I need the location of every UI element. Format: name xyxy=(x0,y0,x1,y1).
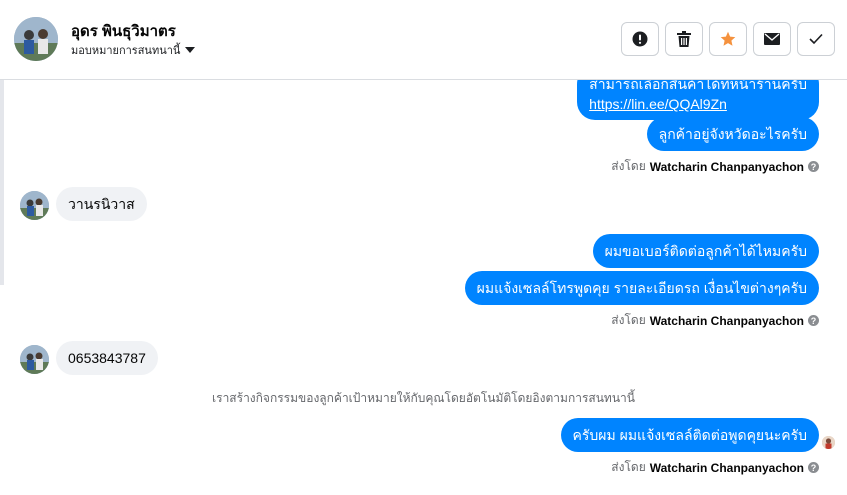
scrollbar[interactable] xyxy=(0,80,4,285)
star-icon xyxy=(720,31,736,46)
system-note: เราสร้างกิจกรรมของลูกค้าเป้าหมายให้กับคุ… xyxy=(212,391,635,405)
sent-by-label: ส่งโดย Watcharin Chanpanyachon ? xyxy=(611,157,819,176)
incoming-message[interactable]: วานรนิวาส xyxy=(56,187,147,221)
outgoing-message[interactable]: ผมขอเบอร์ติดต่อลูกค้าได้ไหมครับ xyxy=(592,234,819,268)
trash-icon xyxy=(677,31,691,47)
check-icon xyxy=(809,33,823,45)
report-button[interactable] xyxy=(621,22,659,56)
assign-label: มอบหมายการสนทนานี้ xyxy=(71,45,181,57)
outgoing-message[interactable]: ผมแจ้งเซลล์โทรพูดคุย รายละเอียดรถ เงื่อน… xyxy=(464,271,819,305)
sender-name: Watcharin Chanpanyachon xyxy=(649,313,804,328)
sent-by-label: ส่งโดย Watcharin Chanpanyachon ? xyxy=(611,311,819,330)
contact-avatar[interactable] xyxy=(14,17,58,61)
done-button[interactable] xyxy=(797,22,835,56)
contact-name[interactable]: อุดร พินธุวิมาตร xyxy=(71,19,176,43)
conversation-actions xyxy=(621,22,835,56)
conversation-header: อุดร พินธุวิมาตร มอบหมายการสนทนานี้ xyxy=(0,0,847,80)
caret-down-icon xyxy=(185,47,196,53)
outgoing-message[interactable]: ครับผม ผมแจ้งเซลล์ติดต่อพูดคุยนะครับ xyxy=(560,418,819,452)
sent-by-label: ส่งโดย Watcharin Chanpanyachon ? xyxy=(611,458,819,477)
star-button[interactable] xyxy=(709,22,747,56)
seen-avatar xyxy=(822,436,835,449)
incoming-message[interactable]: 0653843787 xyxy=(56,341,158,375)
question-icon[interactable]: ? xyxy=(808,161,819,172)
question-icon[interactable]: ? xyxy=(808,462,819,473)
outgoing-message[interactable]: ลูกค้าอยู่จังหวัดอะไรครับ xyxy=(646,117,819,151)
question-icon[interactable]: ? xyxy=(808,315,819,326)
contact-avatar-small xyxy=(20,345,49,374)
message-text: สามารถเลือกสินค้าได้ที่หน้าร้านครับ xyxy=(589,80,807,92)
exclamation-circle-icon xyxy=(632,31,648,47)
sender-name: Watcharin Chanpanyachon xyxy=(649,159,804,174)
sender-name: Watcharin Chanpanyachon xyxy=(649,460,804,475)
envelope-icon xyxy=(764,33,780,45)
message-thread[interactable]: สามารถเลือกสินค้าได้ที่หน้าร้านครับ http… xyxy=(0,80,847,495)
message-link[interactable]: https://lin.ee/QQAl9Zn xyxy=(589,96,727,112)
assign-conversation-dropdown[interactable]: มอบหมายการสนทนานี้ xyxy=(71,41,196,59)
contact-avatar-small xyxy=(20,191,49,220)
sent-by-prefix: ส่งโดย xyxy=(611,460,646,474)
outgoing-message[interactable]: สามารถเลือกสินค้าได้ที่หน้าร้านครับ http… xyxy=(577,80,819,120)
sent-by-prefix: ส่งโดย xyxy=(611,159,646,173)
delete-button[interactable] xyxy=(665,22,703,56)
mark-unread-button[interactable] xyxy=(753,22,791,56)
sent-by-prefix: ส่งโดย xyxy=(611,313,646,327)
